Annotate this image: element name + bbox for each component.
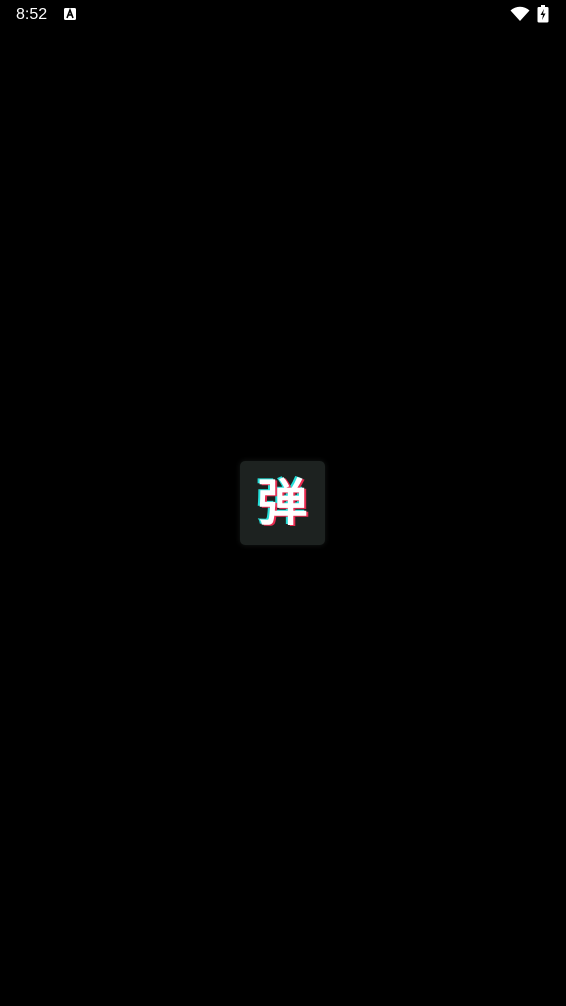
logo-glyph: 弹 [257, 474, 308, 532]
battery-charging-icon [537, 5, 549, 23]
wifi-icon [510, 6, 530, 22]
accessibility-notification-icon [63, 7, 77, 21]
status-bar: 8:52 [0, 0, 566, 30]
app-logo-icon: 弹 弹 弹 [240, 461, 325, 545]
status-time: 8:52 [16, 6, 48, 23]
